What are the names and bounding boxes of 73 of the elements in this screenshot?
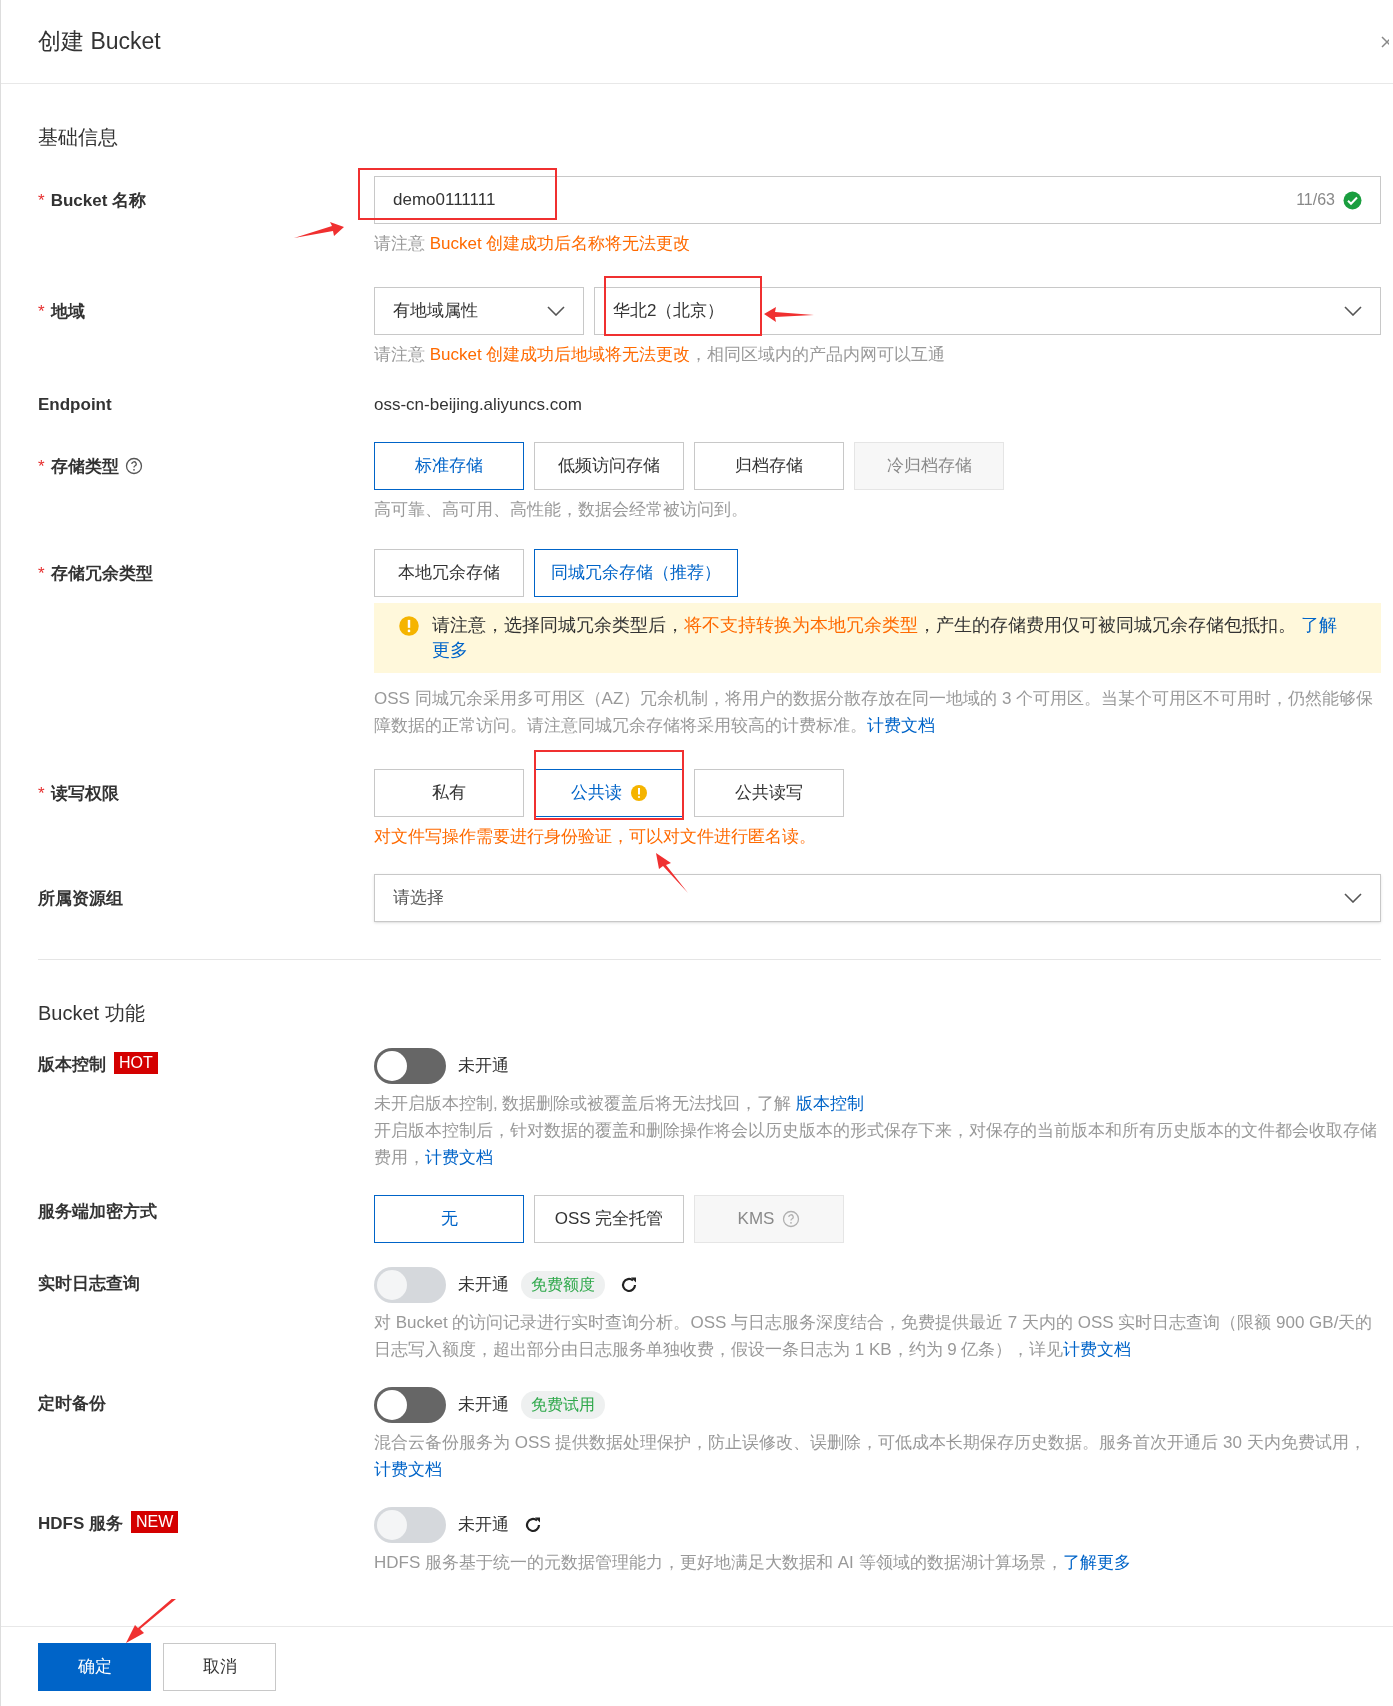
link[interactable]: 更多: [432, 639, 468, 660]
option-button[interactable]: 无: [374, 1194, 524, 1243]
link[interactable]: 计费文档: [374, 1459, 442, 1479]
status-text: 未开通: [458, 1513, 509, 1536]
character-counter: 11/63: [1296, 190, 1335, 210]
section-title: 基础信息: [38, 125, 119, 150]
option-button[interactable]: 低频访问存储: [534, 441, 684, 490]
help-icon: [782, 1209, 801, 1228]
required-asterisk: *: [38, 782, 45, 805]
chevron-down-icon: [547, 306, 565, 316]
warning-icon: [398, 614, 420, 637]
field-hint: OSS 同城冗余采用多可用区（AZ）冗余机制，将用户的数据分散存放在同一地域的 3 个可用区。当某个可用区不可用时，仍然能够保障数据的正常访问。请注意同城冗余存储将采用较高的计费标准。计费文档: [374, 687, 1375, 737]
cancel-button[interactable]: 取消: [163, 1642, 276, 1691]
link[interactable]: 了解: [1301, 614, 1337, 635]
option-button[interactable]: 公共读写: [694, 768, 844, 817]
endpoint-value: oss-cn-beijing.aliyuncs.com: [374, 394, 582, 416]
toggle-switch[interactable]: [374, 1386, 446, 1423]
link[interactable]: 计费文档: [867, 715, 935, 735]
dialog-title: 创建 Bucket: [38, 27, 161, 57]
option-button[interactable]: 私有: [374, 768, 524, 817]
help-icon: [124, 456, 143, 475]
close-icon[interactable]: [1381, 33, 1389, 50]
region-type-select[interactable]: 有地域属性: [374, 287, 584, 335]
free-badge: 免费额度: [521, 1270, 605, 1299]
chevron-down-icon: [1344, 892, 1362, 903]
field-hint: 请注意 Bucket 创建成功后地域将无法更改，相同区域内的产品内网可以互通: [374, 344, 947, 366]
feature-description: 未开启版本控制, 数据删除或被覆盖后将无法找回，了解 版本控制: [374, 1092, 866, 1115]
alert-text: 请注意，选择同城冗余类型后，将不支持转换为本地冗余类型，产生的存储费用仅可被同城冗余存储包抵扣。 了解 更多: [432, 613, 1338, 662]
feature-description: 对 Bucket 的访问记录进行实时查询分析。OSS 与日志服务深度结合，免费提供最近 7 天内的 OSS 实时日志查询（限额 900 GB/天的日志写入额度，超出部分由日志服务单独收费，假设一条日志为 1 KB，约为 9 亿条），详见计费文档: [374, 1311, 1374, 1361]
field-label: 存储冗余类型: [50, 562, 153, 585]
option-button[interactable]: OSS 完全托管: [534, 1194, 684, 1243]
tag-label: HOT: [114, 1051, 158, 1074]
field-label: 读写权限: [50, 782, 119, 805]
section-title: Bucket 功能: [38, 1000, 146, 1026]
field-label: Bucket 名称: [50, 190, 147, 212]
field-label: 定时备份: [38, 1392, 106, 1415]
status-text: 未开通: [458, 1273, 509, 1296]
option-button[interactable]: 标准存储: [374, 441, 524, 490]
status-text: 未开通: [458, 1054, 509, 1077]
option-button[interactable]: 公共读: [534, 768, 684, 817]
field-label: 版本控制: [38, 1053, 106, 1076]
link[interactable]: 计费文档: [425, 1147, 493, 1167]
free-badge: 免费试用: [521, 1390, 605, 1419]
field-label: 实时日志查询: [38, 1272, 140, 1295]
field-label: HDFS 服务: [38, 1512, 123, 1535]
field-label: 服务端加密方式: [38, 1200, 157, 1223]
feature-description: 开启版本控制后，针对数据的覆盖和删除操作将会以历史版本的形式保存下来，对保存的当前版本和所有历史版本的文件都会收取存储费用，计费文档: [374, 1119, 1378, 1169]
required-asterisk: *: [38, 301, 45, 323]
feature-description: 混合云备份服务为 OSS 提供数据处理保护，防止误修改、误删除，可低成本长期保存历史数据。服务首次开通后 30 天内免费试用， 计费文档: [374, 1431, 1367, 1481]
status-text: 未开通: [458, 1393, 509, 1416]
field-label: 地域: [50, 301, 85, 323]
tag-label: NEW: [131, 1510, 179, 1533]
confirm-button[interactable]: 确定: [38, 1642, 151, 1691]
option-button[interactable]: 同城冗余存储（推荐）: [534, 548, 738, 597]
name-input-field[interactable]: demo0111111 11/63: [374, 176, 1381, 224]
region-select[interactable]: 华北2（北京）: [594, 287, 1381, 335]
chevron-down-icon: [1344, 306, 1362, 316]
field-label: 所属资源组: [38, 887, 123, 910]
field-hint: 对文件写操作需要进行身份验证，可以对文件进行匿名读。: [374, 825, 816, 848]
field-hint: 请注意 Bucket 创建成功后名称将无法更改: [374, 233, 692, 255]
required-asterisk: *: [38, 455, 45, 478]
toggle-switch[interactable]: [374, 1047, 446, 1084]
option-button[interactable]: 本地冗余存储: [374, 548, 524, 597]
required-asterisk: *: [38, 190, 45, 212]
option-button[interactable]: 归档存储: [694, 441, 844, 490]
annotation-arrow: [126, 1599, 176, 1643]
link[interactable]: 版本控制: [796, 1093, 865, 1113]
required-asterisk: *: [38, 562, 45, 585]
field-label: 存储类型: [50, 455, 119, 478]
field-label: Endpoint: [38, 395, 112, 414]
feature-description: HDFS 服务基于统一的元数据管理能力，更好地满足大数据和 AI 等领域的数据湖计算场景，了解更多: [374, 1551, 1132, 1574]
field-hint: 高可靠、高可用、高性能，数据会经常被访问到。: [374, 498, 749, 521]
resource-group-select[interactable]: 请选择: [374, 873, 1381, 922]
